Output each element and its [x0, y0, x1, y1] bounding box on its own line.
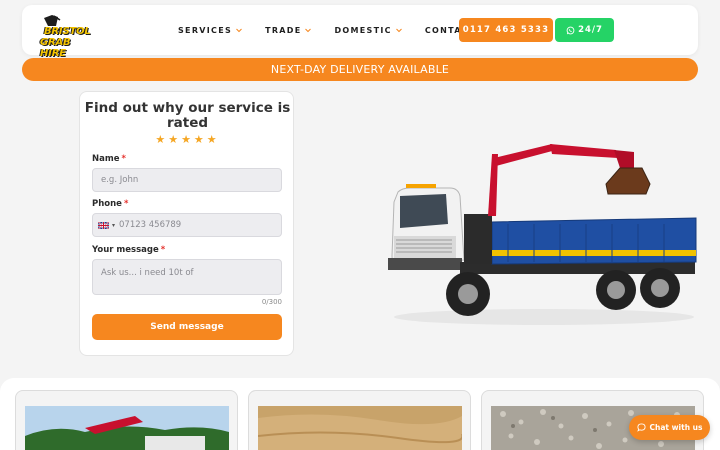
message-label: Your message *	[92, 245, 165, 255]
name-input-placeholder: e.g. John	[101, 175, 139, 185]
logo-line-1: BRISTOL	[44, 26, 91, 37]
chat-bubble-icon	[636, 423, 646, 432]
country-dropdown-icon[interactable]: ▾	[112, 222, 115, 229]
uk-flag-icon[interactable]	[98, 221, 109, 229]
nav-trade[interactable]: TRADE	[265, 26, 312, 35]
rating-stars: ★★★★★	[155, 133, 220, 146]
nav-services[interactable]: SERVICES	[178, 26, 243, 35]
site-logo[interactable]: BRISTOL GRAB HIRE	[40, 11, 92, 59]
send-message-button[interactable]: Send message	[92, 314, 282, 340]
call-phone-button[interactable]: 0117 463 5333	[459, 18, 553, 42]
whatsapp-icon	[566, 26, 575, 34]
chevron-down-icon	[236, 28, 242, 33]
card-image-sand	[258, 406, 462, 450]
delivery-banner: NEXT-DAY DELIVERY AVAILABLE	[22, 58, 698, 81]
phone-input[interactable]: ▾ 07123 456789	[92, 213, 282, 237]
nav-trade-label: TRADE	[265, 25, 302, 35]
name-input[interactable]: e.g. John	[92, 168, 282, 192]
service-card-sand[interactable]	[248, 390, 471, 450]
nav-domestic-label: DOMESTIC	[334, 25, 392, 35]
whatsapp-label: 24/7	[578, 25, 603, 35]
main-nav: SERVICES TRADE DOMESTIC CONTACT	[178, 5, 498, 55]
phone-label-text: Phone	[92, 199, 122, 209]
message-label-text: Your message	[92, 245, 159, 255]
service-card-grab-hire[interactable]	[15, 390, 238, 450]
message-placeholder: Ask us... i need 10t of	[101, 268, 194, 278]
chat-label: Chat with us	[649, 423, 703, 432]
nav-domestic[interactable]: DOMESTIC	[334, 26, 402, 35]
whatsapp-button[interactable]: 24/7	[555, 18, 614, 42]
name-label: Name *	[92, 154, 126, 164]
chevron-down-icon	[305, 28, 312, 33]
message-textarea[interactable]: Ask us... i need 10t of	[92, 259, 282, 295]
chevron-down-icon	[395, 28, 402, 33]
required-marker: *	[121, 154, 126, 164]
phone-input-placeholder: 07123 456789	[119, 220, 182, 230]
required-marker: *	[160, 245, 166, 255]
phone-label: Phone *	[92, 199, 128, 209]
required-marker: *	[123, 199, 129, 209]
card-image-grab-lorry	[25, 406, 229, 450]
name-label-text: Name	[92, 154, 120, 164]
grab-truck-image	[388, 144, 697, 325]
logo-line-2: GRAB HIRE	[40, 37, 71, 59]
site-header: BRISTOL GRAB HIRE SERVICES TRADE DOMESTI…	[22, 5, 698, 59]
chat-with-us-button[interactable]: Chat with us	[629, 415, 710, 440]
contact-form: Find out why our service is rated ★★★★★ …	[79, 91, 294, 356]
form-title: Find out why our service is rated	[84, 100, 291, 131]
character-counter: 0/300	[261, 298, 282, 306]
nav-services-label: SERVICES	[178, 25, 233, 35]
